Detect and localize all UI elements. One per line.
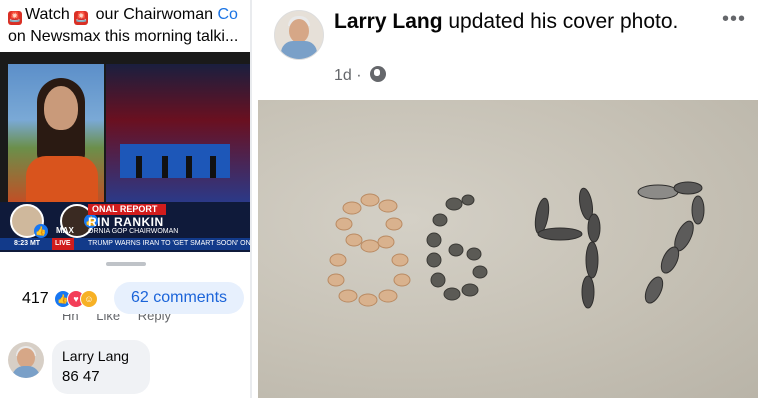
post-text-line2: on Newsmax this morning talki... [8,28,239,45]
siren-icon: 🚨 [74,11,89,25]
like-icon: 👍 [34,224,48,238]
candidate-figure [210,156,216,178]
comments-button[interactable]: 62 comments [114,282,244,314]
anchor-dress [26,156,98,204]
time-chip: 8:23 MT [14,240,41,247]
avatar[interactable] [8,342,44,378]
guest-role: ORNIA GOP CHAIRWOMAN [88,228,179,235]
reply-action[interactable]: Reply [138,314,171,323]
candidate-figure [162,156,168,178]
left-panel: 🚨 Watch 🚨 our Chairwoman Co on Newsmax th… [0,0,252,398]
comment-actions[interactable]: Hh Like Reply [62,314,185,324]
avatar-shirt [12,366,40,378]
candidate-figure [136,156,142,178]
like-action[interactable]: Like [96,314,120,323]
post-meta: 1d · [334,66,387,86]
cut-action[interactable]: Hh [62,314,79,323]
author-name[interactable]: Larry Lang [334,10,443,33]
post-text-chairwoman: our Chairwoman [91,6,218,23]
haha-reaction-icon: ☺ [80,290,98,308]
more-options-icon[interactable]: ••• [722,8,746,31]
candidate-figure [186,156,192,178]
avatar[interactable] [274,10,324,60]
comments-sheet: 417 👍 ♥ ☺ 62 comments Hh Like Reply Larr… [0,254,252,398]
post-text-watch: Watch [25,6,70,23]
drag-handle[interactable] [106,262,146,266]
video-player[interactable]: 👍 👍 ONAL REPORT RIN RANKIN ORNIA GOP CHA… [0,52,252,252]
avatar-face [17,348,35,368]
avatar-face [289,19,309,43]
comment-bubble: Larry Lang 86 47 [52,340,150,394]
post-action: updated his cover photo. [442,10,679,33]
mention-link[interactable]: Co [217,6,237,23]
report-tag: ONAL REPORT [88,204,166,215]
channel-label: MAX [56,226,74,235]
live-badge: LIVE [52,238,74,250]
reaction-count[interactable]: 417 [22,290,49,308]
post-time[interactable]: 1d [334,67,352,84]
shell-arrangement [327,181,705,309]
anchor-face [44,86,78,130]
comment-author[interactable]: Larry Lang [62,348,129,364]
post-header: Larry Lang updated his cover photo. [334,8,714,36]
right-panel: Larry Lang updated his cover photo. 1d ·… [252,0,758,398]
post-text: 🚨 Watch 🚨 our Chairwoman Co on Newsmax th… [8,4,252,48]
cover-photo[interactable] [258,100,758,398]
siren-icon: 🚨 [8,11,22,25]
avatar-shirt [281,41,317,59]
comment-text: 86 47 [62,368,100,385]
globe-icon [370,66,387,82]
anchor-frame [8,64,104,204]
guest-name: RIN RANKIN [88,215,164,229]
debate-stage-frame [106,64,252,204]
